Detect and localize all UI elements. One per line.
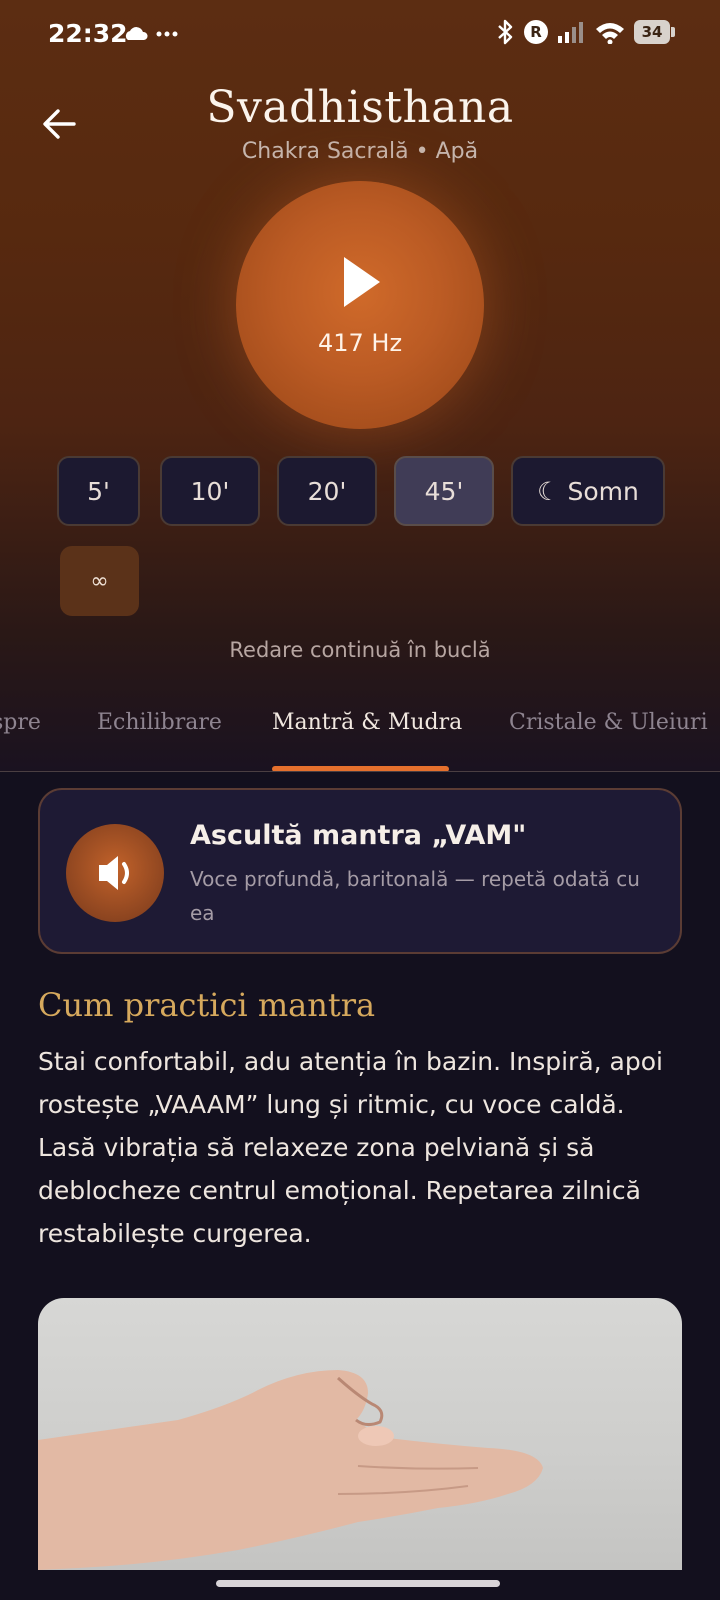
wifi-icon — [596, 23, 624, 44]
tab-echilibrare[interactable]: Echilibrare — [97, 710, 222, 735]
mantra-card-title: Ascultă mantra „VAM" — [190, 820, 527, 851]
status-right-icons: R 34 — [494, 19, 675, 45]
practice-body: Stai confortabil, adu atenția în bazin. … — [38, 1047, 663, 1248]
speaker-icon — [99, 856, 129, 890]
mantra-card-description: Voce profundă, baritonală — repetă odată… — [190, 867, 640, 925]
status-time: 22:32 — [48, 19, 128, 48]
battery-icon: 34 — [634, 20, 675, 44]
loop-button[interactable]: ∞ — [60, 546, 139, 616]
loop-caption: Redare continuă în buclă — [229, 638, 491, 662]
mudra-image — [38, 1298, 682, 1570]
status-bar: 22:32 R 34 — [0, 0, 720, 70]
home-indicator[interactable] — [216, 1580, 500, 1587]
tabs-divider — [0, 771, 720, 772]
frequency-label: 417 Hz — [317, 329, 403, 357]
status-left-icons — [124, 22, 184, 50]
tab-cristale-uleiuri[interactable]: Cristale & Uleiuri — [509, 710, 708, 735]
duration-20-button[interactable]: 20' — [277, 456, 377, 526]
duration-45-button[interactable]: 45' — [394, 456, 494, 526]
play-button[interactable]: 417 Hz — [236, 181, 484, 429]
page-title: Svadhisthana — [206, 82, 514, 133]
mantra-audio-card[interactable]: Ascultă mantra „VAM" Voce profundă, bari… — [38, 788, 682, 954]
r-badge-icon: R — [524, 20, 548, 44]
tab-despre[interactable]: spre — [0, 710, 41, 735]
signal-icon — [558, 22, 583, 43]
tab-mantra-mudra[interactable]: Mantră & Mudra — [272, 710, 462, 735]
infinity-icon: ∞ — [90, 568, 109, 594]
duration-5-button[interactable]: 5' — [57, 456, 140, 526]
duration-10-button[interactable]: 10' — [160, 456, 260, 526]
play-icon — [344, 257, 380, 307]
mantra-play-button[interactable] — [66, 824, 164, 922]
duration-sleep-button[interactable]: ☾ Somn — [511, 456, 665, 526]
hand-mudra-illustration — [38, 1370, 543, 1570]
cloud-icon — [125, 27, 178, 40]
bluetooth-icon — [498, 19, 513, 45]
page-subtitle: Chakra Sacrală • Apă — [241, 139, 479, 164]
tab-bar: spre Echilibrare Mantră & Mudra Cristale… — [0, 700, 720, 772]
practice-heading: Cum practici mantra — [38, 986, 376, 1024]
